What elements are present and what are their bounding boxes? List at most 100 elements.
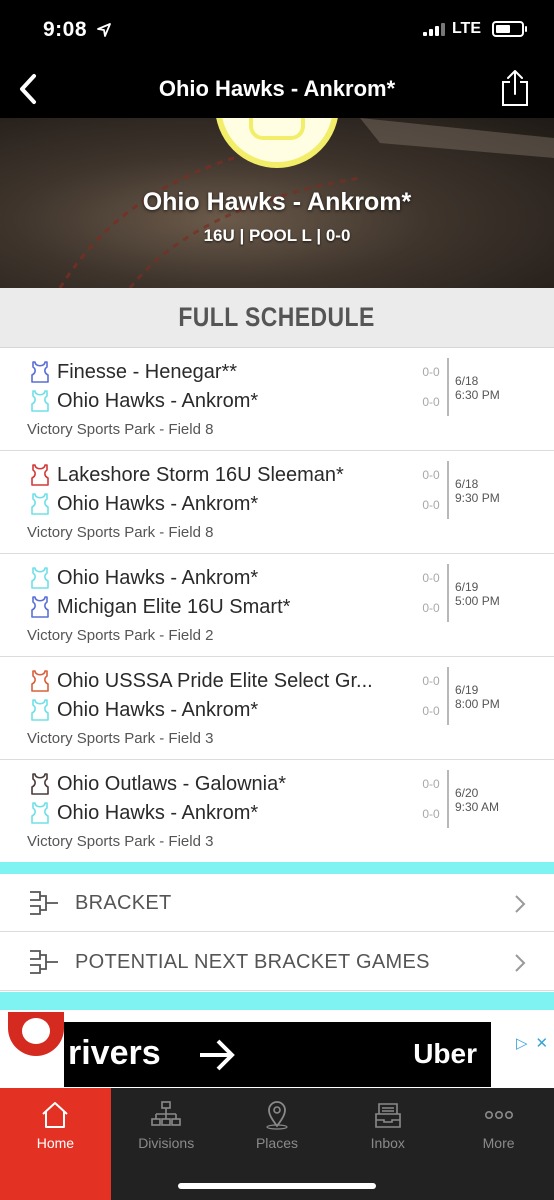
team-row-away: Ohio Hawks - Ankrom* xyxy=(30,490,390,518)
hero-team-name: Ohio Hawks - Ankrom* xyxy=(142,188,412,216)
game-date: 6/19 xyxy=(455,683,479,697)
jersey-icon xyxy=(31,567,49,589)
game-time: 8:00 PM xyxy=(455,697,500,711)
game-date: 6/19 xyxy=(455,580,479,594)
team-row-away: Ohio Hawks - Ankrom* xyxy=(30,387,390,415)
team-row-away: Ohio Hawks - Ankrom* xyxy=(30,696,390,724)
team-row-home: Ohio Hawks - Ankrom* xyxy=(30,564,390,592)
places-icon xyxy=(266,1101,288,1130)
potential-bracket-games-label: POTENTIAL NEXT BRACKET GAMES xyxy=(75,951,430,973)
signal-icon xyxy=(422,22,445,36)
nav-title: Ohio Hawks - Ankrom* xyxy=(158,76,396,101)
team-name: Lakeshore Storm 16U Sleeman* xyxy=(57,463,344,486)
top-bar: 9:08 LTE Ohio Hawks - Ankrom* xyxy=(0,0,554,118)
ad-brand: Uber xyxy=(413,1038,477,1069)
score-divider xyxy=(447,358,449,416)
jersey-icon xyxy=(31,493,49,515)
team-score: 0-0 xyxy=(422,704,440,718)
status-indicators: LTE xyxy=(422,20,527,38)
jersey-icon xyxy=(31,390,49,412)
tab-places-label: Places xyxy=(255,1135,298,1151)
jersey-icon xyxy=(31,361,49,383)
score-divider xyxy=(447,461,449,519)
ad-text: rivers xyxy=(68,1034,161,1072)
game-time: 9:30 AM xyxy=(455,800,500,814)
jersey-icon xyxy=(31,699,49,721)
team-score: 0-0 xyxy=(422,777,440,791)
team-score: 0-0 xyxy=(422,395,440,409)
ad-choices-icon[interactable]: ▷ ✕ xyxy=(512,1034,552,1052)
team-score: 0-0 xyxy=(422,365,440,379)
team-score: 0-0 xyxy=(422,601,440,615)
score-divider xyxy=(447,564,449,622)
full-schedule-header: FULL SCHEDULE xyxy=(0,288,554,348)
inbox-icon xyxy=(374,1103,401,1128)
team-score: 0-0 xyxy=(422,674,440,688)
home-indicator xyxy=(178,1183,376,1189)
jersey-icon xyxy=(31,464,49,486)
ad-banner-area: rivers Uber ▷ ✕ xyxy=(0,1012,554,1090)
team-score: 0-0 xyxy=(422,468,440,482)
tab-home[interactable]: Home xyxy=(0,1088,111,1200)
score-divider xyxy=(447,770,449,828)
hero-team-meta: 16U | POOL L | 0-0 xyxy=(203,226,351,245)
game-venue: Victory Sports Park - Field 8 xyxy=(27,524,214,541)
bracket-label: BRACKET xyxy=(75,892,172,914)
game-venue: Victory Sports Park - Field 3 xyxy=(27,730,214,747)
potential-bracket-games-link[interactable]: POTENTIAL NEXT BRACKET GAMES xyxy=(0,933,554,991)
team-score: 0-0 xyxy=(422,571,440,585)
team-score: 0-0 xyxy=(422,498,440,512)
share-icon[interactable] xyxy=(500,68,530,108)
team-name: Ohio Outlaws - Galownia* xyxy=(57,772,286,795)
tab-more[interactable]: More xyxy=(443,1088,554,1200)
network-label: LTE xyxy=(451,20,481,37)
team-row-home: Ohio USSSA Pride Elite Select Gr... xyxy=(30,667,390,695)
game-time: 9:30 PM xyxy=(455,491,500,505)
game-date: 6/20 xyxy=(455,786,479,800)
game-venue: Victory Sports Park - Field 8 xyxy=(27,421,214,438)
tab-divisions-label: Divisions xyxy=(138,1135,195,1151)
bracket-icon xyxy=(30,891,58,915)
team-name: Ohio Hawks - Ankrom* xyxy=(57,492,259,515)
team-score: 0-0 xyxy=(422,807,440,821)
team-name: Ohio Hawks - Ankrom* xyxy=(57,801,259,824)
game-date: 6/18 xyxy=(455,374,479,388)
team-row-home: Ohio Outlaws - Galownia* xyxy=(30,770,390,798)
jersey-icon xyxy=(31,670,49,692)
score-divider xyxy=(447,667,449,725)
game-time: 6:30 PM xyxy=(455,388,500,402)
game-row[interactable]: Ohio USSSA Pride Elite Select Gr... Ohio … xyxy=(0,657,554,760)
team-row-home: Lakeshore Storm 16U Sleeman* xyxy=(30,461,390,489)
game-time: 5:00 PM xyxy=(455,594,500,608)
battery-icon xyxy=(492,21,527,37)
chevron-right-icon xyxy=(515,895,526,913)
ad-banner[interactable]: rivers Uber ▷ ✕ xyxy=(64,1022,552,1087)
tab-home-label: Home xyxy=(36,1135,75,1151)
team-hero-banner: Ohio Hawks - Ankrom* 16U | POOL L | 0-0 xyxy=(0,118,554,288)
game-row[interactable]: Ohio Hawks - Ankrom* Michigan Elite 16U S… xyxy=(0,554,554,657)
bracket-link[interactable]: BRACKET xyxy=(0,874,554,932)
separator-strip xyxy=(0,862,554,874)
schedule-list: Finesse - Henegar** Ohio Hawks - Ankrom* 0… xyxy=(0,348,554,863)
divisions-icon xyxy=(151,1101,181,1126)
team-name: Ohio Hawks - Ankrom* xyxy=(57,566,259,589)
bracket-icon xyxy=(30,950,58,974)
location-arrow-icon xyxy=(97,23,111,37)
team-row-away: Ohio Hawks - Ankrom* xyxy=(30,799,390,827)
game-venue: Victory Sports Park - Field 3 xyxy=(27,833,214,850)
team-name: Ohio Hawks - Ankrom* xyxy=(57,389,259,412)
game-row[interactable]: Lakeshore Storm 16U Sleeman* Ohio Hawks -… xyxy=(0,451,554,554)
advertiser-logo xyxy=(8,1012,64,1056)
team-name: Finesse - Henegar** xyxy=(57,360,238,383)
jersey-icon xyxy=(31,773,49,795)
jersey-icon xyxy=(31,802,49,824)
tab-inbox-label: Inbox xyxy=(370,1135,405,1151)
team-row-home: Finesse - Henegar** xyxy=(30,358,390,386)
home-icon xyxy=(42,1102,69,1128)
team-name: Ohio USSSA Pride Elite Select Gr... xyxy=(57,669,373,692)
more-icon xyxy=(484,1111,513,1120)
game-row[interactable]: Finesse - Henegar** Ohio Hawks - Ankrom* 0… xyxy=(0,348,554,451)
team-row-away: Michigan Elite 16U Smart* xyxy=(30,593,390,621)
full-schedule-title: FULL SCHEDULE xyxy=(178,302,376,332)
game-row[interactable]: Ohio Outlaws - Galownia* Ohio Hawks - Ank… xyxy=(0,760,554,863)
